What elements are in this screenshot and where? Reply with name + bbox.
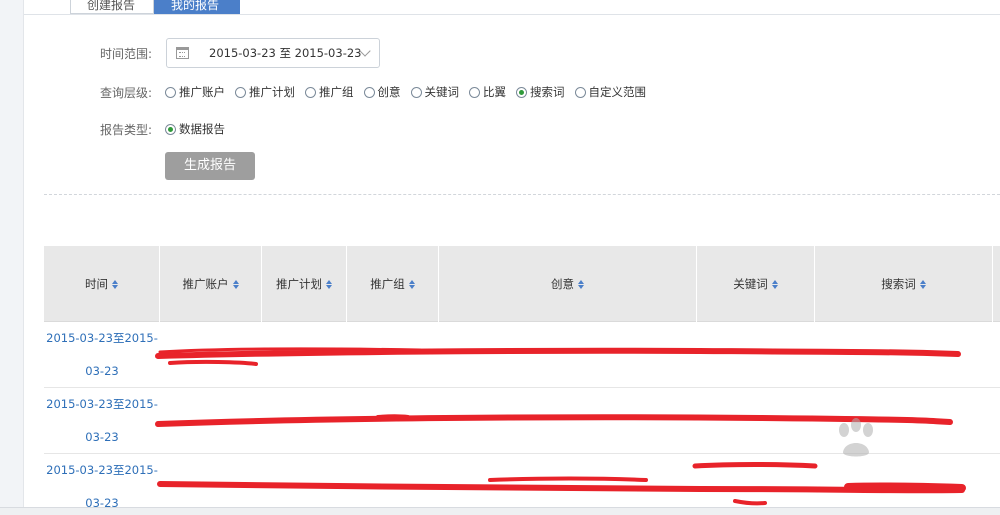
radio-circle bbox=[363, 86, 375, 98]
radio-circle bbox=[305, 86, 316, 98]
col-header-label: 推广组 bbox=[370, 277, 405, 291]
cell-time[interactable]: 2015-03-23至2015- 03-23 bbox=[44, 388, 160, 453]
col-header-label: 推广账户 bbox=[182, 277, 229, 291]
sort-icon bbox=[326, 279, 332, 289]
radio-custom-range[interactable]: 自定义范围 bbox=[574, 84, 647, 100]
sort-icon bbox=[232, 279, 239, 289]
time-range-label: 时间范围: bbox=[99, 47, 152, 61]
radio-circle bbox=[165, 86, 176, 98]
radio-label: 搜索词 bbox=[530, 85, 565, 99]
col-header-label: 时间 bbox=[85, 277, 108, 291]
time-line: 2015-03-23至2015- bbox=[46, 463, 158, 477]
radio-biyi[interactable]: 比翼 bbox=[469, 84, 506, 100]
radio-label: 自定义范围 bbox=[588, 85, 647, 99]
radio-label: 数据报告 bbox=[179, 122, 225, 136]
radio-circle bbox=[574, 86, 586, 98]
radio-label: 比翼 bbox=[483, 85, 506, 99]
report-table: 时间 推广账户 推广计划 推广组 创意 关键词 搜索词 2015-03-23至2… bbox=[44, 246, 1000, 515]
date-range-picker[interactable]: 2015-03-23 至 2015-03-23 bbox=[166, 38, 380, 68]
col-header-plan[interactable]: 推广计划 bbox=[262, 246, 347, 322]
radio-label: 推广账户 bbox=[179, 85, 225, 99]
radio-label: 推广组 bbox=[319, 85, 354, 99]
query-level-label: 查询层级: bbox=[99, 86, 152, 100]
report-tabs: 创建报告 我的报告 bbox=[70, 0, 240, 14]
tab-create-report[interactable]: 创建报告 bbox=[70, 0, 154, 14]
radio-group-level[interactable]: 推广组 bbox=[305, 84, 354, 100]
generate-report-button[interactable]: 生成报告 bbox=[165, 152, 255, 180]
table-row: 2015-03-23至2015- 03-23 bbox=[44, 454, 1000, 515]
sort-icon bbox=[112, 279, 118, 289]
sort-icon bbox=[408, 279, 415, 289]
col-header-time[interactable]: 时间 bbox=[44, 246, 160, 322]
radio-data-report[interactable]: 数据报告 bbox=[165, 121, 225, 137]
time-line: 2015-03-23至2015- bbox=[46, 397, 158, 411]
radio-circle-selected bbox=[516, 86, 527, 98]
radio-label: 推广计划 bbox=[249, 85, 295, 99]
section-divider bbox=[44, 194, 1000, 195]
radio-account[interactable]: 推广账户 bbox=[165, 84, 225, 100]
col-header-label: 创意 bbox=[551, 277, 574, 291]
sort-icon bbox=[919, 279, 926, 289]
col-header-group[interactable]: 推广组 bbox=[347, 246, 439, 322]
radio-creative[interactable]: 创意 bbox=[363, 84, 401, 100]
date-range-value: 2015-03-23 至 2015-03-23 bbox=[209, 46, 362, 60]
radio-circle bbox=[410, 86, 422, 98]
sort-icon bbox=[578, 279, 584, 289]
tab-my-reports[interactable]: 我的报告 bbox=[154, 0, 240, 14]
col-header-account[interactable]: 推广账户 bbox=[160, 246, 262, 322]
col-header-search-term[interactable]: 搜索词 bbox=[815, 246, 993, 322]
table-row: 2015-03-23至2015- 03-23 bbox=[44, 322, 1000, 388]
cell-time[interactable]: 2015-03-23至2015- 03-23 bbox=[44, 454, 160, 515]
table-row: 2015-03-23至2015- 03-23 bbox=[44, 388, 1000, 454]
cell-time[interactable]: 2015-03-23至2015- 03-23 bbox=[44, 322, 160, 387]
query-level-radio-group: 推广账户 推广计划 推广组 创意 关键词 比翼 搜索词 自定义范围 bbox=[165, 84, 656, 100]
radio-circle bbox=[235, 86, 246, 98]
col-header-label: 推广计划 bbox=[276, 277, 322, 291]
col-header-label: 关键词 bbox=[733, 277, 768, 291]
report-type-label: 报告类型: bbox=[99, 123, 152, 137]
time-line: 03-23 bbox=[85, 364, 119, 378]
radio-circle bbox=[469, 86, 480, 98]
col-header-keyword[interactable]: 关键词 bbox=[697, 246, 815, 322]
report-type-radio-group: 数据报告 bbox=[165, 121, 235, 137]
sort-icon bbox=[771, 279, 778, 289]
table-header: 时间 推广账户 推广计划 推广组 创意 关键词 搜索词 bbox=[44, 246, 1000, 322]
calendar-icon bbox=[176, 47, 189, 59]
tabs-divider bbox=[24, 14, 1000, 15]
radio-circle-selected bbox=[165, 123, 176, 135]
time-line: 2015-03-23至2015- bbox=[46, 331, 158, 345]
bottom-scrollbar[interactable] bbox=[0, 507, 1000, 515]
col-header-label: 搜索词 bbox=[881, 277, 916, 291]
time-line: 03-23 bbox=[85, 430, 119, 444]
radio-plan[interactable]: 推广计划 bbox=[235, 84, 295, 100]
col-header-creative[interactable]: 创意 bbox=[439, 246, 697, 322]
radio-keyword[interactable]: 关键词 bbox=[410, 84, 460, 100]
radio-label: 关键词 bbox=[424, 85, 460, 99]
radio-label: 创意 bbox=[377, 85, 401, 99]
radio-search-term[interactable]: 搜索词 bbox=[516, 84, 565, 100]
left-sidebar-strip bbox=[0, 0, 24, 515]
